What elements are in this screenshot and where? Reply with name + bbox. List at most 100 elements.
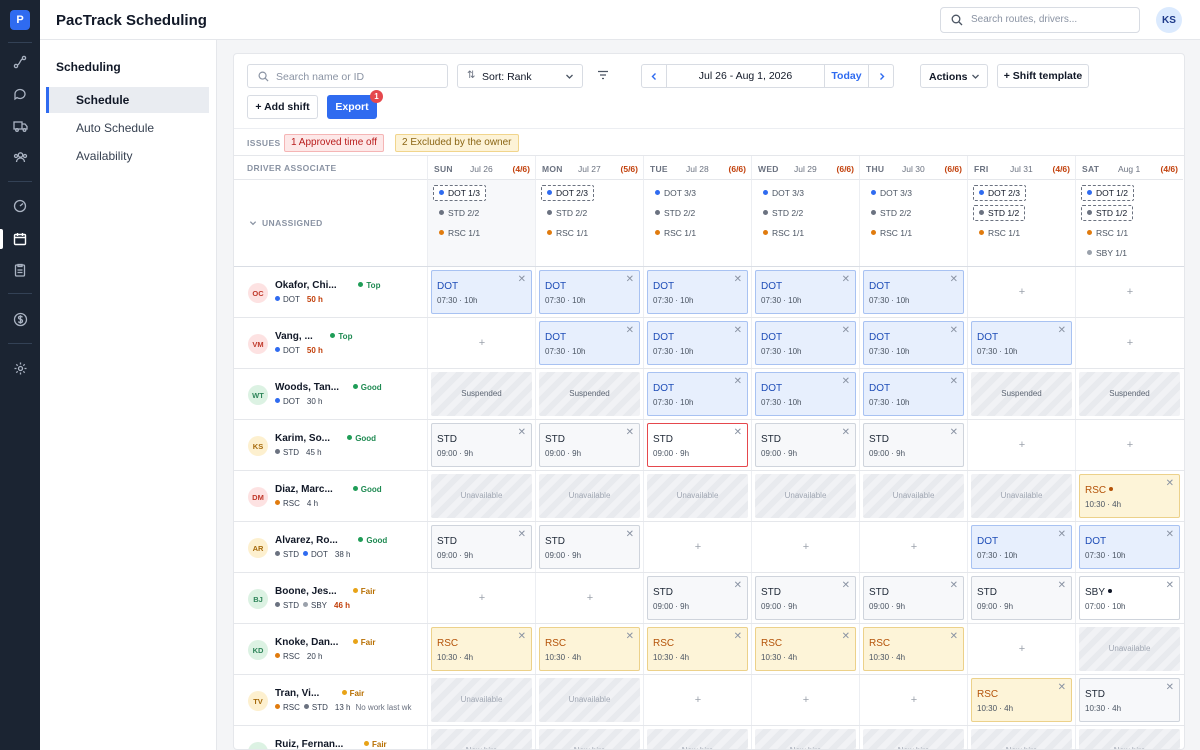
schedule-cell[interactable]: + — [1075, 420, 1183, 470]
unassigned-route-pill[interactable]: STD 2/2 — [757, 205, 809, 221]
schedule-cell[interactable]: DOT 07:30 · 10h ✕ — [967, 318, 1075, 368]
schedule-cell[interactable]: + — [967, 267, 1075, 317]
shift-card-rsc[interactable]: RSC 10:30 · 4h ✕ — [863, 627, 964, 671]
add-shift-plus-icon[interactable]: + — [860, 675, 968, 725]
schedule-cell[interactable]: New hire — [535, 726, 643, 749]
dollar-icon[interactable] — [11, 310, 29, 328]
user-avatar[interactable]: KS — [1156, 7, 1182, 33]
unassigned-route-pill[interactable]: STD 1/2 — [973, 205, 1026, 221]
remove-shift-icon[interactable]: ✕ — [1166, 478, 1174, 489]
remove-shift-icon[interactable]: ✕ — [842, 274, 850, 285]
sort-dropdown[interactable]: ⇅ Sort: Rank — [457, 64, 583, 88]
remove-shift-icon[interactable]: ✕ — [1166, 682, 1174, 693]
schedule-cell[interactable]: STD 09:00 · 9h ✕ — [643, 573, 751, 623]
schedule-cell[interactable]: RSC 10:30 · 4h ✕ — [1075, 471, 1183, 521]
clipboard-icon[interactable] — [11, 261, 29, 279]
schedule-cell[interactable]: New hire — [751, 726, 859, 749]
shift-card-std[interactable]: STD 10:30 · 4h ✕ — [1079, 678, 1180, 722]
schedule-cell[interactable]: + — [427, 318, 535, 368]
schedule-cell[interactable]: + — [535, 573, 643, 623]
shift-card-dot[interactable]: DOT 07:30 · 10h ✕ — [863, 372, 964, 416]
remove-shift-icon[interactable]: ✕ — [518, 427, 526, 438]
schedule-cell[interactable]: Suspended — [967, 369, 1075, 419]
schedule-cell[interactable]: Unavailable — [643, 471, 751, 521]
shift-card-dot[interactable]: DOT 07:30 · 10h ✕ — [539, 270, 640, 314]
schedule-cell[interactable]: RSC 10:30 · 4h ✕ — [859, 624, 967, 674]
add-shift-plus-icon[interactable]: + — [428, 573, 536, 623]
schedule-cell[interactable]: DOT 07:30 · 10h ✕ — [859, 369, 967, 419]
schedule-cell[interactable]: RSC 10:30 · 4h ✕ — [535, 624, 643, 674]
remove-shift-icon[interactable]: ✕ — [734, 274, 742, 285]
shift-card-std[interactable]: STD 09:00 · 9h ✕ — [755, 423, 856, 467]
schedule-cell[interactable]: + — [1075, 267, 1183, 317]
schedule-cell[interactable]: STD 09:00 · 9h ✕ — [535, 522, 643, 572]
remove-shift-icon[interactable]: ✕ — [950, 325, 958, 336]
unassigned-route-pill[interactable]: DOT 2/3 — [541, 185, 594, 201]
unassigned-route-pill[interactable]: RSC 1/1 — [865, 225, 918, 241]
shift-card-sby[interactable]: SBY 07:00 · 10h ✕ — [1079, 576, 1180, 620]
schedule-cell[interactable]: + — [643, 522, 751, 572]
remove-shift-icon[interactable]: ✕ — [626, 274, 634, 285]
shift-card-std[interactable]: STD 09:00 · 9h ✕ — [971, 576, 1072, 620]
unassigned-route-pill[interactable]: RSC 1/1 — [757, 225, 810, 241]
shift-card-dot[interactable]: DOT 07:30 · 10h ✕ — [539, 321, 640, 365]
shift-card-std[interactable]: STD 09:00 · 9h ✕ — [647, 576, 748, 620]
unassigned-route-pill[interactable]: RSC 1/1 — [973, 225, 1026, 241]
driver-info[interactable]: DM Diaz, Marc... Good RSC 4 h — [234, 471, 427, 521]
remove-shift-icon[interactable]: ✕ — [842, 631, 850, 642]
unassigned-route-pill[interactable]: STD 2/2 — [541, 205, 593, 221]
driver-info[interactable]: TV Tran, Vi... Fair RSC STD 13 h No work last … — [234, 675, 427, 725]
shift-card-rsc[interactable]: RSC 10:30 · 4h ✕ — [1079, 474, 1180, 518]
add-shift-plus-icon[interactable]: + — [968, 267, 1076, 317]
add-shift-plus-icon[interactable]: + — [1076, 318, 1184, 368]
global-search-input[interactable]: Search routes, drivers... — [940, 7, 1140, 33]
date-range[interactable]: Jul 26 - Aug 1, 2026 — [667, 65, 825, 87]
schedule-cell[interactable]: + — [859, 675, 967, 725]
driver-info[interactable]: OC Okafor, Chi... Top DOT 50 h — [234, 267, 427, 317]
schedule-cell[interactable]: DOT 07:30 · 10h ✕ — [643, 369, 751, 419]
schedule-cell[interactable]: Unavailable — [1075, 624, 1183, 674]
schedule-cell[interactable]: + — [967, 420, 1075, 470]
shift-card-dot[interactable]: DOT 07:30 · 10h ✕ — [755, 270, 856, 314]
remove-shift-icon[interactable]: ✕ — [842, 325, 850, 336]
sidenav-item-availability[interactable]: Availability — [46, 143, 209, 169]
unassigned-route-pill[interactable]: RSC 1/1 — [433, 225, 486, 241]
remove-shift-icon[interactable]: ✕ — [518, 274, 526, 285]
driver-info[interactable]: VM Vang, ... Top DOT 50 h — [234, 318, 427, 368]
add-shift-plus-icon[interactable]: + — [860, 522, 968, 572]
schedule-cell[interactable]: STD 09:00 · 9h ✕ — [427, 420, 535, 470]
schedule-cell[interactable]: Unavailable — [427, 471, 535, 521]
schedule-cell[interactable]: Unavailable — [859, 471, 967, 521]
next-week-button[interactable] — [869, 65, 894, 87]
schedule-cell[interactable]: DOT 07:30 · 10h ✕ — [1075, 522, 1183, 572]
schedule-cell[interactable]: DOT 07:30 · 10h ✕ — [643, 267, 751, 317]
schedule-cell[interactable]: DOT 07:30 · 10h ✕ — [859, 318, 967, 368]
remove-shift-icon[interactable]: ✕ — [626, 325, 634, 336]
schedule-cell[interactable]: New hire — [859, 726, 967, 749]
shift-card-dot[interactable]: DOT 07:30 · 10h ✕ — [647, 372, 748, 416]
remove-shift-icon[interactable]: ✕ — [1058, 325, 1066, 336]
schedule-cell[interactable]: New hire — [1075, 726, 1183, 749]
driver-info[interactable]: RF Ruiz, Fernan... Fair — [234, 726, 427, 749]
truck-icon[interactable] — [11, 117, 29, 135]
schedule-cell[interactable]: DOT 07:30 · 10h ✕ — [859, 267, 967, 317]
schedule-cell[interactable]: SBY 07:00 · 10h ✕ — [1075, 573, 1183, 623]
remove-shift-icon[interactable]: ✕ — [842, 376, 850, 387]
sidenav-item-schedule[interactable]: Schedule — [46, 87, 209, 113]
schedule-cell[interactable]: DOT 07:30 · 10h ✕ — [643, 318, 751, 368]
unassigned-route-pill[interactable]: DOT 3/3 — [649, 185, 702, 201]
app-logo[interactable]: P — [10, 10, 30, 30]
driver-info[interactable]: KS Karim, So... Good STD 45 h — [234, 420, 427, 470]
shift-card-dot[interactable]: DOT 07:30 · 10h ✕ — [863, 270, 964, 314]
schedule-cell[interactable]: Unavailable — [967, 471, 1075, 521]
schedule-cell[interactable]: STD 09:00 · 9h ✕ — [859, 420, 967, 470]
schedule-cell[interactable]: DOT 07:30 · 10h ✕ — [535, 267, 643, 317]
remove-shift-icon[interactable]: ✕ — [734, 427, 742, 438]
schedule-cell[interactable]: RSC 10:30 · 4h ✕ — [751, 624, 859, 674]
unassigned-route-pill[interactable]: RSC 1/1 — [541, 225, 594, 241]
chevron-down-icon[interactable] — [249, 219, 257, 227]
schedule-cell[interactable]: RSC 10:30 · 4h ✕ — [643, 624, 751, 674]
shift-card-dot[interactable]: DOT 07:30 · 10h ✕ — [755, 372, 856, 416]
schedule-cell[interactable]: Unavailable — [427, 675, 535, 725]
add-shift-plus-icon[interactable]: + — [428, 318, 536, 368]
